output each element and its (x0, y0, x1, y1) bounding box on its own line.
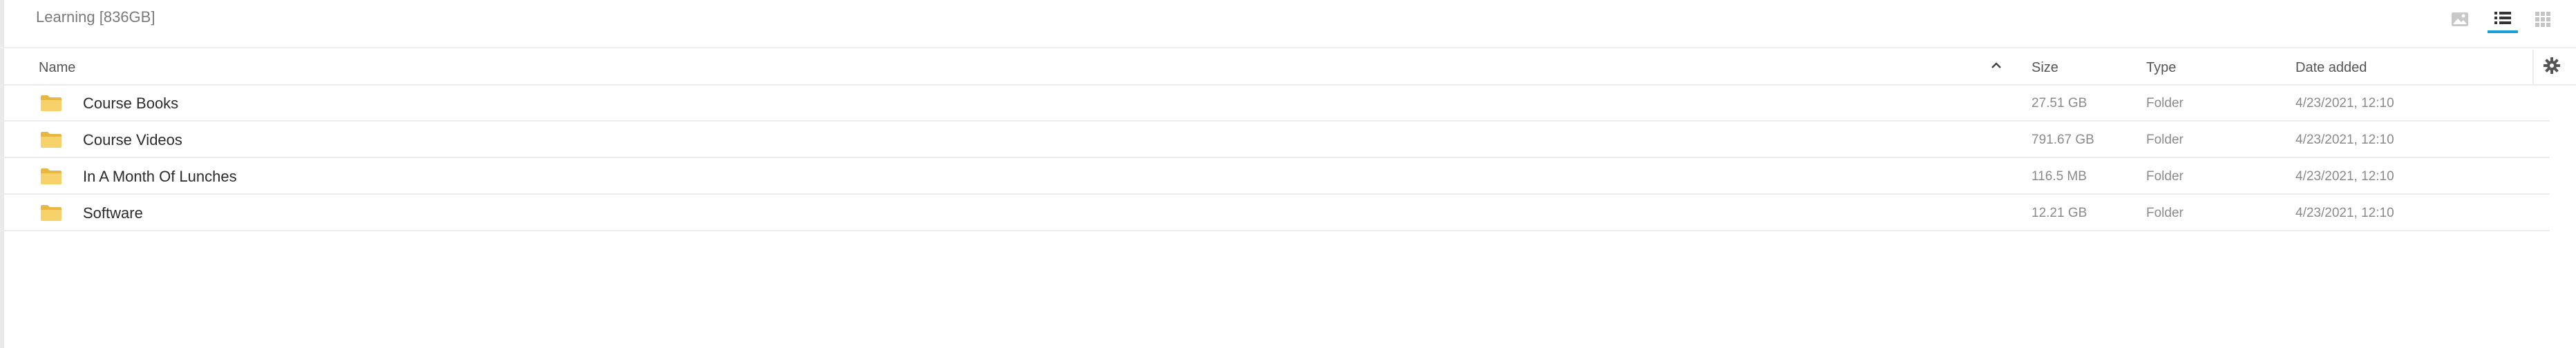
row-type: Folder (2146, 96, 2184, 110)
row-name[interactable]: Software (83, 204, 143, 223)
table-row[interactable]: Course Books 27.51 GB Folder 4/23/2021, … (0, 86, 2550, 122)
list-icon (2494, 12, 2511, 24)
table-row[interactable]: Software 12.21 GB Folder 4/23/2021, 12:1… (0, 195, 2550, 231)
table-row[interactable]: In A Month Of Lunches 116.5 MB Folder 4/… (0, 159, 2550, 195)
row-size: 12.21 GB (2032, 206, 2087, 220)
file-browser: Learning [836GB] Name Size Type Date add… (0, 0, 2576, 348)
folder-title: Learning [836GB] (36, 8, 155, 26)
folder-icon (41, 168, 61, 184)
settings-divider (2532, 50, 2534, 86)
row-type: Folder (2146, 169, 2184, 184)
folder-icon (41, 95, 61, 111)
row-type: Folder (2146, 206, 2184, 220)
column-size-header[interactable]: Size (2032, 59, 2058, 76)
column-type-header[interactable]: Type (2146, 59, 2176, 76)
table-row[interactable]: Course Videos 791.67 GB Folder 4/23/2021… (0, 122, 2550, 158)
row-type: Folder (2146, 133, 2184, 147)
column-header-row: Name Size Type Date added (0, 50, 2576, 86)
folder-icon (41, 132, 61, 148)
row-name[interactable]: In A Month Of Lunches (83, 167, 237, 186)
row-date: 4/23/2021, 12:10 (2295, 96, 2394, 110)
row-name[interactable]: Course Books (83, 94, 178, 113)
header-bar: Learning [836GB] (0, 0, 2576, 48)
row-date: 4/23/2021, 12:10 (2295, 206, 2394, 220)
row-date: 4/23/2021, 12:10 (2295, 169, 2394, 184)
folder-icon (41, 205, 61, 221)
column-name-header[interactable]: Name (39, 59, 75, 76)
row-date: 4/23/2021, 12:10 (2295, 133, 2394, 147)
column-date-header[interactable]: Date added (2295, 59, 2367, 76)
sort-chevron-up-icon[interactable] (1990, 59, 2002, 76)
row-size: 27.51 GB (2032, 96, 2087, 110)
image-icon (2452, 12, 2468, 26)
grid-view-button[interactable] (2528, 6, 2558, 33)
list-view-button[interactable] (2488, 6, 2518, 33)
row-size: 116.5 MB (2032, 169, 2087, 184)
row-name[interactable]: Course Videos (83, 130, 182, 150)
gallery-view-button[interactable] (2445, 6, 2475, 33)
gear-icon[interactable] (2543, 57, 2561, 79)
row-size: 791.67 GB (2032, 133, 2094, 147)
grid-icon (2535, 12, 2550, 27)
